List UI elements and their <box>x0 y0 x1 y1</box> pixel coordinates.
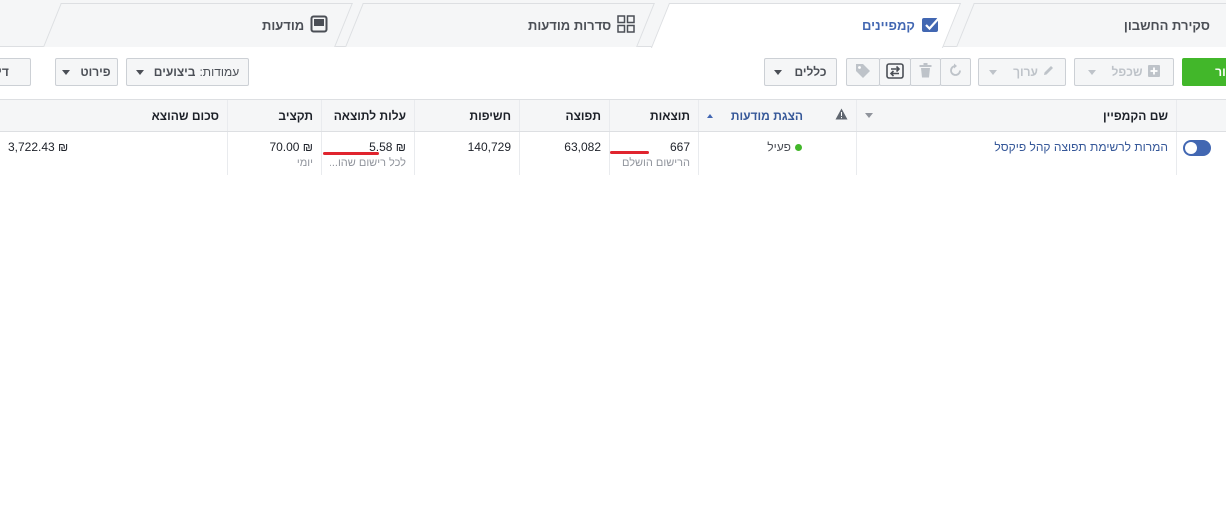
breakdown-button[interactable]: פירוט <box>55 58 118 86</box>
tab-account-label: סקירת החשבון <box>1123 17 1210 33</box>
rules-label: כללים <box>794 65 827 79</box>
refresh-icon <box>948 63 963 81</box>
chevron-down-icon <box>1087 69 1096 75</box>
toolbar: צור שכפל ערוך <box>0 58 1226 88</box>
cell-campaign-name: המרות לרשימת תפוצה קהל פיקסל <box>856 132 1176 175</box>
header-budget[interactable]: תקציב <box>227 100 321 131</box>
annotation-underline-cost <box>323 152 379 155</box>
reach-value: 63,082 <box>564 140 601 154</box>
create-label: צור <box>1215 65 1226 79</box>
cell-impressions: 140,729 <box>414 132 519 175</box>
sort-chevron-icon[interactable] <box>865 113 873 118</box>
tag-icon <box>855 63 871 82</box>
revert-button[interactable] <box>940 58 971 86</box>
header-cost-per-result[interactable]: עלות לתוצאה <box>321 100 414 131</box>
duplicate-label: שכפל <box>1111 65 1143 79</box>
delivery-status: פעיל <box>767 140 791 154</box>
chevron-down-icon <box>62 69 71 75</box>
columns-label: עמודות: <box>199 65 240 79</box>
ab-test-button[interactable] <box>879 58 911 86</box>
header-impressions-label: חשיפות <box>469 108 511 123</box>
cell-delivery: פעיל <box>698 132 856 175</box>
breakdown-label: פירוט <box>80 65 111 79</box>
tab-ads-label: מודעות <box>262 17 305 33</box>
header-results[interactable]: תוצאות <box>609 100 698 131</box>
spent-value: ₪ 3,722.43 <box>8 140 69 154</box>
duplicate-button[interactable]: שכפל <box>1074 58 1174 86</box>
header-reach-label: תפוצה <box>565 108 601 123</box>
header-budget-label: תקציב <box>278 108 313 123</box>
reports-label: דיוו <box>0 65 9 79</box>
header-results-label: תוצאות <box>650 108 690 123</box>
chevron-down-icon <box>989 69 998 75</box>
header-delivery-label: הצגת מודעות <box>730 108 803 123</box>
chevron-down-icon <box>774 69 783 75</box>
annotation-underline-results <box>610 151 649 154</box>
tab-adsets-label: סדרות מודעות <box>528 17 612 33</box>
tab-bar: סקירת החשבון מודעות סדרות מודעות קמפייני… <box>0 0 1226 48</box>
edit-label: ערוך <box>1013 65 1038 79</box>
reports-button[interactable]: דיוו <box>0 58 31 86</box>
ab-test-icon <box>886 62 904 82</box>
sort-up-icon <box>707 113 713 118</box>
tab-ads[interactable]: מודעות <box>262 3 328 47</box>
header-impressions[interactable]: חשיפות <box>414 100 519 131</box>
warning-icon <box>835 108 848 123</box>
grid-icon <box>617 14 635 36</box>
tab-adsets[interactable]: סדרות מודעות <box>528 3 635 47</box>
header-name-label: שם הקמפיין <box>1103 108 1168 123</box>
pencil-icon <box>1042 64 1055 80</box>
rules-button[interactable]: כללים <box>764 58 837 86</box>
impressions-value: 140,729 <box>467 140 511 154</box>
columns-value: ביצועים <box>153 65 196 79</box>
columns-button[interactable]: עמודות: ביצועים <box>126 58 249 86</box>
header-reach[interactable]: תפוצה <box>519 100 609 131</box>
budget-subtext: יומי <box>296 157 313 169</box>
create-button[interactable]: צור <box>1182 58 1226 86</box>
campaign-name-link[interactable]: המרות לרשימת תפוצה קהל פיקסל <box>994 140 1168 154</box>
header-campaign-name[interactable]: שם הקמפיין <box>856 100 1176 131</box>
toggle-column <box>1176 132 1226 175</box>
tab-campaigns-label: קמפיינים <box>862 17 915 33</box>
tab-campaigns[interactable]: קמפיינים <box>862 3 941 47</box>
tab-account-overview[interactable]: סקירת החשבון <box>1124 3 1210 47</box>
cell-amount-spent: ₪ 3,722.43 <box>0 132 227 175</box>
delete-button[interactable] <box>910 58 941 86</box>
header-delivery[interactable]: הצגת מודעות <box>698 100 856 131</box>
chevron-down-icon <box>135 69 144 75</box>
campaign-toggle[interactable] <box>1183 140 1211 156</box>
select-all-column[interactable] <box>1176 100 1226 131</box>
edit-button[interactable]: ערוך <box>978 58 1066 86</box>
duplicate-plus-icon <box>1147 64 1161 81</box>
cost-subtext: לכל רישום שהו... <box>330 157 406 169</box>
status-dot <box>795 144 802 152</box>
campaign-check-icon <box>921 15 941 36</box>
header-spent-label: סכום שהוצא <box>151 108 219 123</box>
table-header: שם הקמפיין הצגת מודעות תוצאות תפוצה חשיפ… <box>0 99 1226 132</box>
ad-icon <box>310 15 328 36</box>
trash-icon <box>919 63 932 81</box>
cell-reach: 63,082 <box>519 132 609 175</box>
budget-value: ₪ 70.00 <box>269 140 313 154</box>
header-cost-label: עלות לתוצאה <box>333 108 406 123</box>
toggle-knob <box>1185 142 1197 154</box>
results-subtext: הרישום הושלם <box>621 157 690 169</box>
cell-budget: ₪ 70.00 יומי <box>227 132 321 175</box>
header-amount-spent[interactable]: סכום שהוצא <box>0 100 227 131</box>
tag-button[interactable] <box>846 58 880 86</box>
